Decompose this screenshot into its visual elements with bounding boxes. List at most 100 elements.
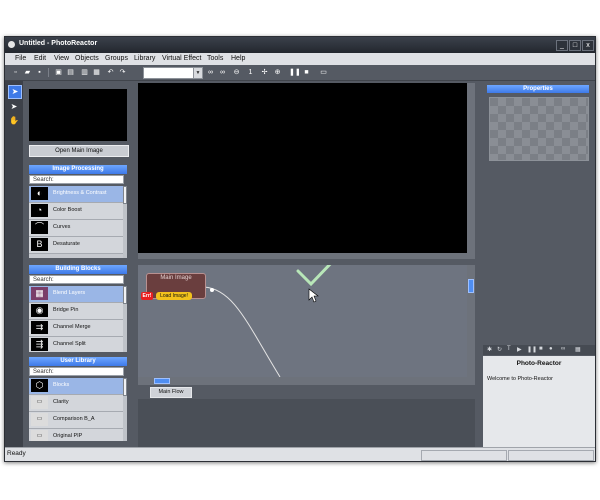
zoom-in-icon[interactable]: ⊕ <box>273 68 282 77</box>
playback-toolbar: ✱ ↻ T ▶ ❚❚ ■ ● ∞ ▦ <box>483 345 595 355</box>
binoculars-icon[interactable]: ∞ <box>561 346 565 352</box>
list-scrollbar[interactable] <box>123 286 127 352</box>
user-library-search[interactable]: Search: <box>29 367 124 376</box>
desaturate-icon: B <box>31 238 48 251</box>
copy-icon[interactable]: ▥ <box>80 68 89 77</box>
export-icon[interactable]: ▤ <box>66 68 75 77</box>
list-scrollbar[interactable] <box>123 186 127 258</box>
list-item[interactable]: ◉ Bridge Pin <box>29 303 127 320</box>
list-item[interactable]: ▭ Clarity <box>29 395 127 412</box>
stop-icon[interactable]: ■ <box>302 68 311 77</box>
settings-icon[interactable]: ✱ <box>487 346 492 353</box>
menu-groups[interactable]: Groups <box>105 55 128 62</box>
bridge-pin-icon: ◉ <box>31 304 48 317</box>
binoculars-icon[interactable]: ∞ <box>206 68 215 77</box>
refresh-icon[interactable]: ↻ <box>497 346 502 353</box>
list-item[interactable]: ◔ Color Boost <box>29 203 127 220</box>
channel-split-icon: ⇶ <box>31 338 48 351</box>
list-item[interactable]: ▭ Original PIP <box>29 429 127 441</box>
list-item[interactable]: B Desaturate <box>29 237 127 254</box>
building-blocks-search[interactable]: Search: <box>29 275 124 284</box>
new-icon[interactable]: ▫ <box>11 68 20 77</box>
close-button[interactable]: x <box>582 40 594 51</box>
scroll-thumb[interactable] <box>154 378 170 384</box>
play-icon[interactable]: ▶ <box>517 346 522 353</box>
list-item[interactable]: ⇶ Channel Split <box>29 337 127 352</box>
open-main-image-button[interactable]: Open Main Image <box>29 145 129 157</box>
user-library-header[interactable]: User Library <box>29 357 127 366</box>
list-item[interactable]: ⬡ Blocks <box>29 378 127 395</box>
save-as-icon[interactable]: ▣ <box>54 68 63 77</box>
save-icon[interactable]: ▪ <box>35 68 44 77</box>
title-bar: Untitled - PhotoReactor _ □ x <box>5 37 595 53</box>
undo-icon[interactable]: ↶ <box>106 68 115 77</box>
window-title: Untitled - PhotoReactor <box>19 40 98 47</box>
chevron-down-icon[interactable]: ▼ <box>193 68 202 78</box>
maximize-button[interactable]: □ <box>569 40 581 51</box>
stop-icon[interactable]: ■ <box>539 346 543 352</box>
minimize-button[interactable]: _ <box>556 40 568 51</box>
fit-icon[interactable]: ✢ <box>260 68 269 77</box>
menu-virtual-effect[interactable]: Virtual Effect <box>162 55 201 62</box>
main-image-preview <box>29 89 127 141</box>
pause-icon[interactable]: ❚❚ <box>527 346 537 353</box>
list-item[interactable]: ▭ Comparison B_A <box>29 412 127 429</box>
list-item-label: Desaturate <box>53 241 80 247</box>
layout-icon[interactable]: ▭ <box>319 68 328 77</box>
find-next-icon[interactable]: ∞ <box>218 68 227 77</box>
menu-edit[interactable]: Edit <box>34 55 46 62</box>
original-pip-icon: ▭ <box>31 430 48 441</box>
scroll-thumb[interactable] <box>123 186 127 204</box>
image-processing-search[interactable]: Search: <box>29 175 124 184</box>
load-image-badge[interactable]: Load Image! <box>156 292 192 300</box>
select-tool-icon[interactable]: ➤ <box>8 85 22 99</box>
viewer-vertical-scrollbar[interactable] <box>467 83 475 253</box>
image-viewer[interactable] <box>138 83 467 253</box>
record-icon[interactable]: ● <box>549 346 553 352</box>
building-blocks-header[interactable]: Building Blocks <box>29 265 127 274</box>
menu-file[interactable]: File <box>15 55 26 62</box>
check-mark-icon <box>296 265 332 287</box>
zoom-select[interactable]: ▼ <box>143 67 203 79</box>
menu-library[interactable]: Library <box>134 55 155 62</box>
info-title: Photo-Reactor <box>516 360 562 367</box>
zoom-out-icon[interactable]: ⊖ <box>232 68 241 77</box>
flow-graph-canvas[interactable]: Main Image Err! Load Image! <box>138 265 467 377</box>
status-text: Ready <box>7 450 26 457</box>
properties-preview <box>489 97 589 161</box>
pause-icon[interactable]: ❚❚ <box>289 68 301 77</box>
zoom-actual-icon[interactable]: 1 <box>246 68 255 77</box>
text-icon[interactable]: T <box>507 346 511 352</box>
output-port[interactable] <box>210 288 214 292</box>
list-item-label: Clarity <box>53 399 69 405</box>
image-processing-header[interactable]: Image Processing <box>29 165 127 174</box>
menu-help[interactable]: Help <box>231 55 245 62</box>
menu-objects[interactable]: Objects <box>75 55 99 62</box>
list-item[interactable]: ◐ Brightness & Contrast <box>29 186 127 203</box>
hand-tool-icon[interactable]: ✋ <box>8 115 20 127</box>
node-title: Main Image <box>160 275 192 281</box>
graph-vertical-scrollbar[interactable] <box>467 265 475 377</box>
main-image-node[interactable]: Main Image Err! Load Image! <box>141 273 214 300</box>
paste-icon[interactable]: ▦ <box>92 68 101 77</box>
open-icon[interactable]: ▰ <box>23 68 32 77</box>
list-scrollbar[interactable] <box>123 378 127 441</box>
list-item[interactable]: ⌒ Curves <box>29 220 127 237</box>
toolbar-separator <box>48 68 49 77</box>
redo-icon[interactable]: ↷ <box>118 68 127 77</box>
scroll-thumb[interactable] <box>468 279 474 293</box>
scroll-thumb[interactable] <box>123 378 127 396</box>
graph-horizontal-scrollbar[interactable] <box>138 377 475 385</box>
image-processing-list: ◐ Brightness & Contrast ◔ Color Boost ⌒ … <box>29 186 127 258</box>
viewer-horizontal-scrollbar[interactable] <box>138 253 475 259</box>
scroll-thumb[interactable] <box>123 286 127 304</box>
menu-view[interactable]: View <box>54 55 69 62</box>
pointer-tool-icon[interactable]: ➤ <box>8 101 20 113</box>
app-icon <box>8 41 15 48</box>
tab-main-flow[interactable]: Main Flow <box>150 387 192 398</box>
list-item[interactable]: ▦ Blend Layers <box>29 286 127 303</box>
grid-icon[interactable]: ▦ <box>575 346 581 353</box>
list-item[interactable]: ⇉ Channel Merge <box>29 320 127 337</box>
app-window: Untitled - PhotoReactor _ □ x File Edit … <box>4 36 596 462</box>
menu-tools[interactable]: Tools <box>207 55 223 62</box>
